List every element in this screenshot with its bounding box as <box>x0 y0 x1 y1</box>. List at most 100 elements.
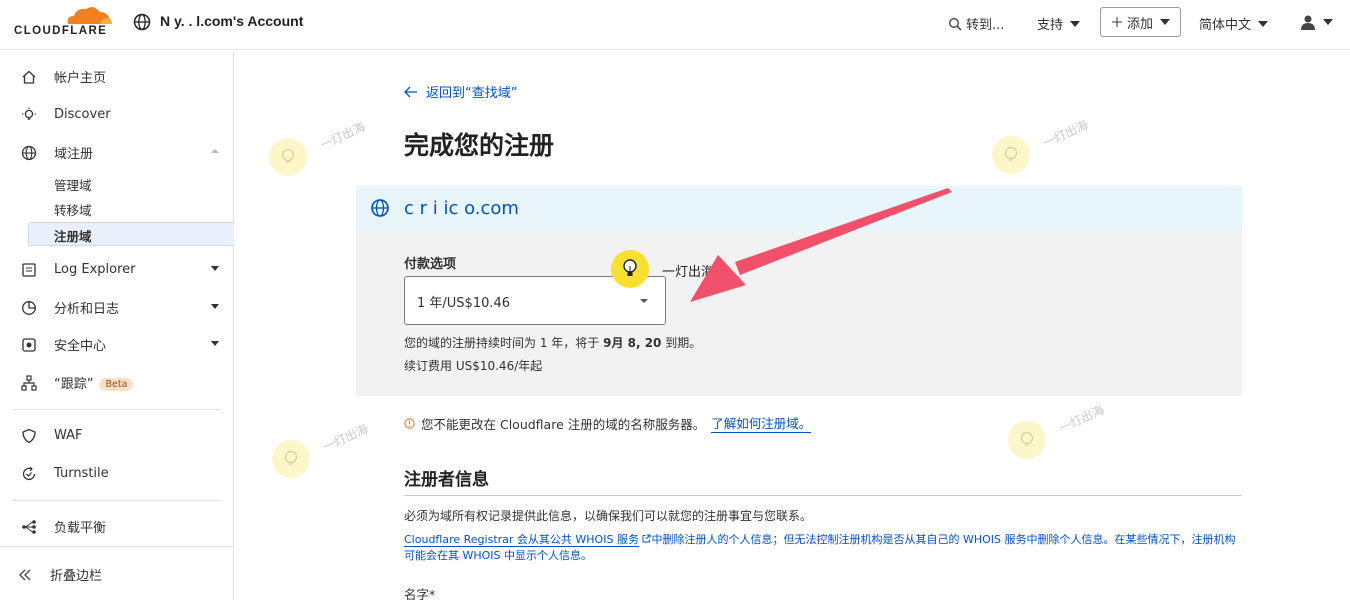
top-bar: CLOUDFLARE N y. . l.com's Account 转到... … <box>0 0 1350 50</box>
language-label: 简体中文 <box>1199 18 1252 33</box>
sidebar-item-label: 分析和日志 <box>54 301 120 317</box>
watermark-text: 一灯出海 <box>320 421 371 455</box>
sidebar-divider <box>0 546 233 547</box>
watermark: 一灯出海 <box>992 118 1112 196</box>
sidebar-item-domain-registration[interactable]: 域注册 <box>0 138 233 166</box>
cloudflare-logo[interactable]: CLOUDFLARE <box>14 4 114 40</box>
support-label: 支持 <box>1037 18 1064 33</box>
chevron-down-icon <box>640 299 648 303</box>
chevron-down-icon <box>1258 20 1269 27</box>
home-icon <box>20 68 38 86</box>
globe-icon <box>370 198 390 222</box>
sidebar-item-waf[interactable]: WAF <box>0 421 233 449</box>
back-link-label: 返回到“查找域” <box>426 86 518 101</box>
notice-text: 您不能更改在 Cloudflare 注册的域的名称服务器。 <box>421 416 706 432</box>
chevron-down-icon <box>1070 20 1081 27</box>
turnstile-icon <box>20 465 38 483</box>
globe-icon <box>20 144 38 162</box>
watermark: 一灯出海 <box>272 422 392 500</box>
whois-privacy-text: Cloudflare Registrar 会从其公共 WHOIS 服务 中删除注… <box>404 532 1244 564</box>
chevron-down-icon <box>1323 19 1333 25</box>
learn-register-domain-link[interactable]: 了解如何注册域。 <box>711 413 812 433</box>
lightbulb-badge <box>611 250 649 288</box>
registrant-info-heading: 注册者信息 <box>404 470 489 490</box>
lightbulb-icon <box>272 440 310 478</box>
renewal-fee-text: 续订费用 US$10.46/年起 <box>404 359 543 373</box>
chevron-down-icon <box>211 266 219 271</box>
arrow-left-icon <box>404 86 417 97</box>
registrant-required-text: 必须为域所有权记录提供此信息，以确保我们可以就您的注册事宜与您联系。 <box>404 509 813 523</box>
chevron-down-icon <box>211 304 219 309</box>
collapse-label: 折叠边栏 <box>50 568 103 584</box>
chevron-up-icon <box>211 149 219 153</box>
security-center-icon <box>20 336 38 354</box>
sidebar-item-analytics-logs[interactable]: 分析和日志 <box>0 293 233 321</box>
sidebar-item-label: 帐户主页 <box>54 70 107 86</box>
trace-label: “跟踪” <box>54 376 94 392</box>
info-icon <box>404 417 415 429</box>
payment-term-value: 1 年/US$10.46 <box>417 296 511 311</box>
language-menu[interactable]: 简体中文 <box>1199 14 1269 33</box>
add-label: 添加 <box>1126 16 1153 32</box>
lightbulb-icon <box>992 136 1030 174</box>
user-icon <box>1301 15 1315 30</box>
sidebar-item-label: 负载平衡 <box>54 520 107 536</box>
lightbulb-icon <box>269 138 307 176</box>
shield-icon <box>20 427 38 445</box>
watermark-label: 一灯出海 <box>662 265 715 280</box>
search-button[interactable]: 转到... <box>948 14 1004 33</box>
duration-suffix: 到期。 <box>661 336 702 350</box>
double-chevron-left-icon <box>16 566 34 584</box>
sidebar-item-load-balancing[interactable]: 负载平衡 <box>0 512 233 540</box>
user-menu[interactable] <box>1300 14 1333 30</box>
sidebar-subitem-register-domains[interactable]: 注册域 <box>54 226 92 245</box>
cloud-icon <box>67 7 112 24</box>
load-balancing-icon <box>20 518 38 536</box>
globe-icon <box>133 13 151 35</box>
watermark-text: 一灯出海 <box>317 119 368 153</box>
back-to-search-link[interactable]: 返回到“查找域” <box>404 82 517 101</box>
sidebar-item-discover[interactable]: Discover <box>0 100 233 128</box>
plus-icon <box>1111 17 1122 27</box>
beta-badge: Beta <box>99 377 134 391</box>
lightbulb-icon <box>20 106 38 124</box>
expiry-date: 9月 8, 20 <box>603 336 662 350</box>
watermark: 一灯出海 <box>1008 403 1128 481</box>
sidebar-divider <box>12 500 221 501</box>
chart-icon <box>20 299 38 317</box>
page-title: 完成您的注册 <box>404 131 555 160</box>
collapse-sidebar-button[interactable]: 折叠边栏 <box>0 560 233 588</box>
sidebar-item-log-explorer[interactable]: Log Explorer <box>0 255 233 283</box>
watermark-text: 一灯出海 <box>1040 117 1091 151</box>
chevron-down-icon <box>1160 19 1170 25</box>
lightbulb-icon <box>623 259 637 276</box>
support-menu[interactable]: 支持 <box>1037 14 1081 33</box>
sidebar-item-account-home[interactable]: 帐户主页 <box>0 62 233 90</box>
account-name[interactable]: N y. . l.com's Account <box>160 13 303 29</box>
log-icon <box>20 261 38 279</box>
add-button[interactable]: 添加 <box>1100 7 1181 37</box>
sidebar-item-label: 域注册 <box>54 146 94 162</box>
sidebar-item-turnstile[interactable]: Turnstile <box>0 459 233 487</box>
watermark: 一灯出海 <box>269 120 389 198</box>
trace-icon <box>20 374 38 392</box>
sidebar-subitem-transfer-domains[interactable]: 转移域 <box>54 200 92 219</box>
search-icon <box>948 17 962 31</box>
sidebar: 帐户主页 Discover 域注册 管理域 转移域 注册域 Log Explor… <box>0 51 234 600</box>
sidebar-item-trace[interactable]: “跟踪” Beta <box>0 368 233 396</box>
sidebar-subitem-manage-domains[interactable]: 管理域 <box>54 175 92 194</box>
chevron-down-icon <box>211 341 219 346</box>
payment-options-panel: 付款选项 1 年/US$10.46 您的域的注册持续时间为 1 年，将于 9月 … <box>356 231 1242 396</box>
lightbulb-icon <box>1008 421 1046 459</box>
search-label: 转到... <box>966 18 1005 33</box>
sidebar-item-label: Log Explorer <box>54 261 136 277</box>
section-divider <box>404 495 1242 496</box>
sidebar-item-security-center[interactable]: 安全中心 <box>0 330 233 358</box>
whois-service-link[interactable]: Cloudflare Registrar 会从其公共 WHOIS 服务 <box>404 533 639 547</box>
sidebar-divider <box>12 409 221 410</box>
watermark-text: 一灯出海 <box>1056 402 1107 436</box>
payment-options-label: 付款选项 <box>404 257 457 272</box>
sidebar-item-label: Turnstile <box>54 465 109 481</box>
first-name-label: 名字* <box>404 587 436 600</box>
sidebar-item-label: WAF <box>54 427 83 443</box>
